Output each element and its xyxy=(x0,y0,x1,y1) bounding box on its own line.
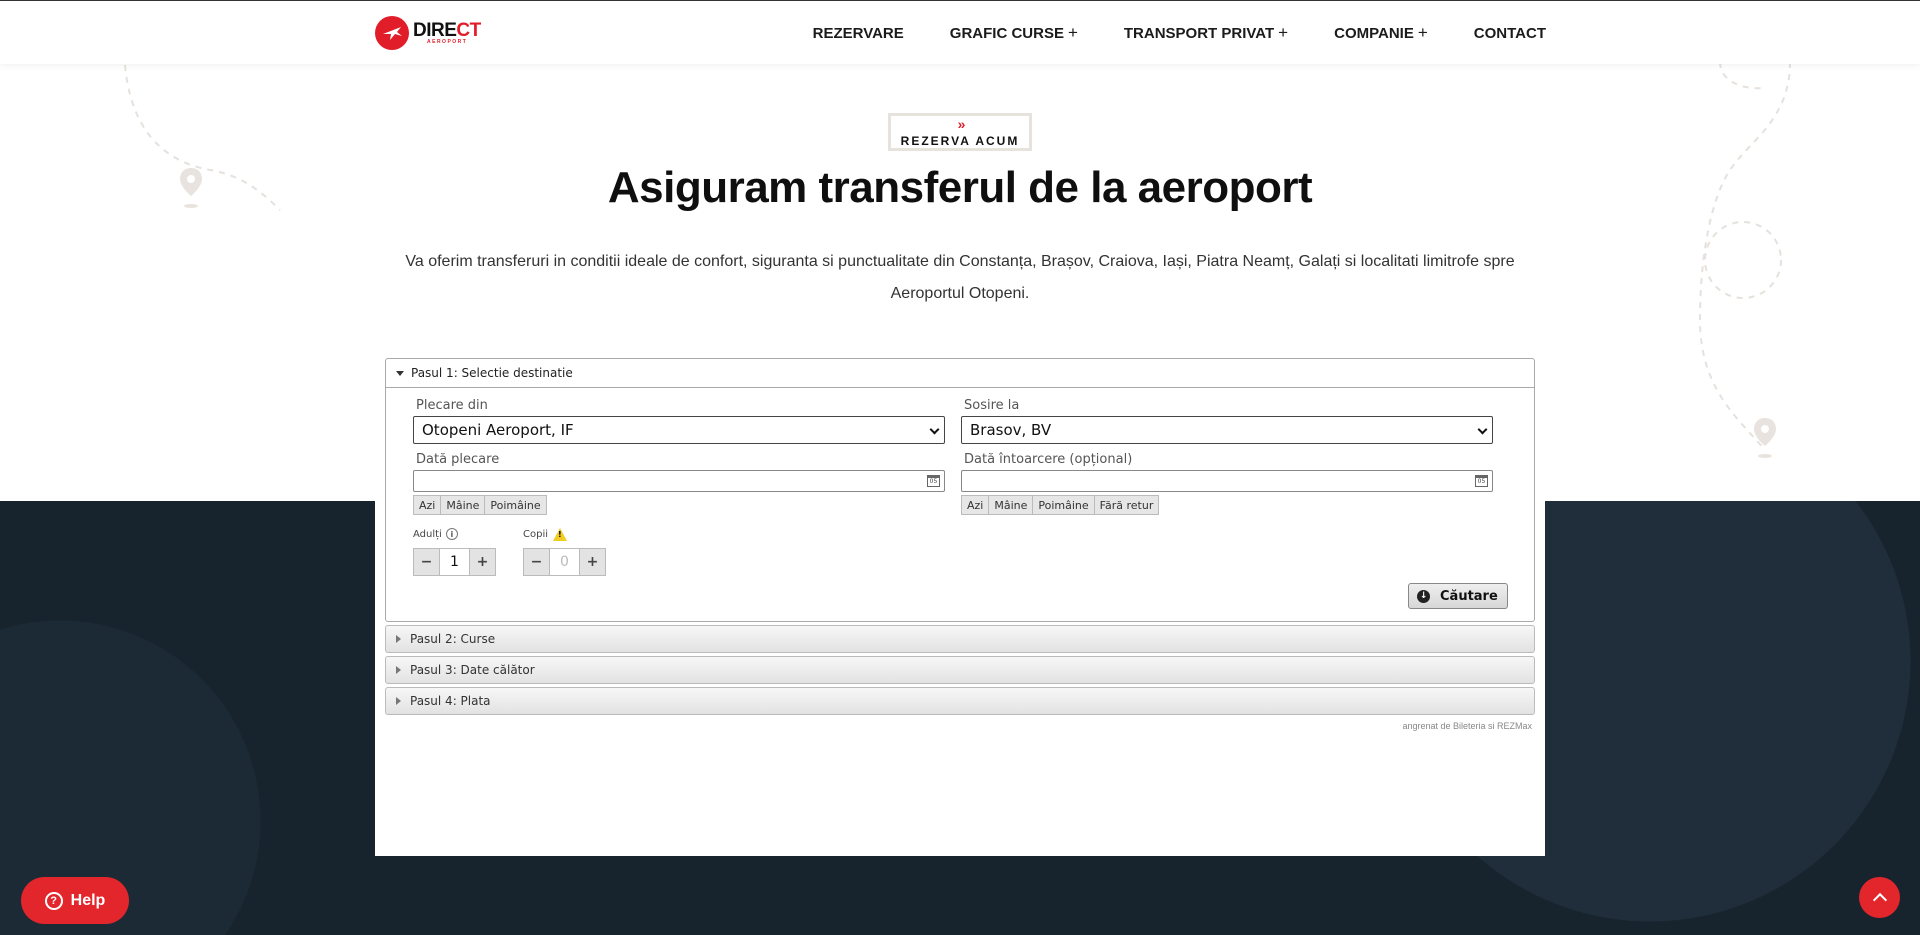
triangle-right-icon xyxy=(396,666,401,674)
warning-icon[interactable]: ! xyxy=(553,528,568,541)
scroll-to-top-button[interactable] xyxy=(1859,877,1900,918)
hero-description: Va oferim transferuri in conditii ideale… xyxy=(405,253,1515,302)
main-nav: REZERVARE GRAFIC CURSE + TRANSPORT PRIVAT… xyxy=(767,1,1546,65)
chevron-down-icon xyxy=(1477,424,1488,435)
adults-minus-button[interactable]: − xyxy=(413,548,440,576)
help-button[interactable]: ? Help xyxy=(21,877,129,924)
departure-value: Otopeni Aeroport, IF xyxy=(422,421,574,439)
step-1-header[interactable]: Pasul 1: Selectie destinatie xyxy=(386,359,1534,388)
site-logo[interactable]: DIRECT AEROPORT xyxy=(375,15,481,51)
depart-today-button[interactable]: Azi xyxy=(413,495,442,515)
children-plus-button[interactable]: + xyxy=(579,548,606,576)
plane-logo-icon xyxy=(375,16,409,50)
children-minus-button[interactable]: − xyxy=(523,548,550,576)
triangle-right-icon xyxy=(396,635,401,643)
arrival-select[interactable]: Brasov, BV xyxy=(961,416,1493,444)
logo-wordmark-accent: CT xyxy=(456,20,481,41)
step-2-title: Pasul 2: Curse xyxy=(410,632,496,646)
departure-label: Plecare din xyxy=(416,398,488,413)
powered-by-link[interactable]: angrenat de Bileteria si REZMax xyxy=(385,721,1535,731)
triangle-right-icon xyxy=(396,697,401,705)
no-return-button[interactable]: Fără retur xyxy=(1093,495,1160,515)
chevron-up-icon xyxy=(1872,892,1887,908)
depart-tomorrow-button[interactable]: Mâine xyxy=(440,495,486,515)
nav-rezervare[interactable]: REZERVARE xyxy=(813,25,904,42)
step-1-title: Pasul 1: Selectie destinatie xyxy=(411,366,573,380)
adults-stepper: − 1 + xyxy=(413,548,496,576)
return-tomorrow-button[interactable]: Mâine xyxy=(988,495,1034,515)
nav-label: REZERVARE xyxy=(812,24,904,42)
site-header: DIRECT AEROPORT REZERVARE GRAFIC CURSE + … xyxy=(0,0,1920,64)
booking-widget: Pasul 1: Selectie destinatie Plecare din… xyxy=(385,358,1535,731)
depart-date-label: Dată plecare xyxy=(416,452,500,467)
chevron-down-icon xyxy=(929,424,940,435)
nav-label: CONTACT xyxy=(1473,24,1546,42)
plus-icon: + xyxy=(1278,23,1289,42)
help-label: Help xyxy=(70,891,106,909)
children-label: Copii xyxy=(523,529,549,540)
nav-grafic-curse[interactable]: GRAFIC CURSE + xyxy=(950,23,1078,43)
arrival-value: Brasov, BV xyxy=(970,421,1052,439)
adults-label-group: Adulți i xyxy=(413,528,458,540)
step-1-panel: Pasul 1: Selectie destinatie Plecare din… xyxy=(385,358,1535,622)
location-pin-icon xyxy=(1754,418,1776,458)
step-4-header[interactable]: Pasul 4: Plata xyxy=(385,687,1535,715)
plus-icon: + xyxy=(1067,23,1078,42)
step-2-header[interactable]: Pasul 2: Curse xyxy=(385,625,1535,653)
search-button-label: Căutare xyxy=(1440,588,1498,604)
arrow-down-circle-icon: ↓ xyxy=(1417,589,1430,603)
return-date-label: Dată întoarcere (opțional) xyxy=(964,452,1133,467)
calendar-icon[interactable]: 05 xyxy=(1475,475,1488,487)
nav-contact[interactable]: CONTACT xyxy=(1474,25,1546,42)
double-chevron-icon: » xyxy=(957,116,966,132)
children-label-group: Copii ! xyxy=(523,528,568,541)
return-quick-buttons: Azi Mâine Poimâine Fără retur xyxy=(961,495,1160,515)
depart-quick-buttons: Azi Mâine Poimâine xyxy=(413,495,547,515)
arrival-label: Sosire la xyxy=(964,398,1020,413)
adults-label: Adulți xyxy=(413,528,442,540)
step-4-title: Pasul 4: Plata xyxy=(410,694,491,708)
page-title: Asiguram transferul de la aeroport xyxy=(607,163,1313,212)
logo-subtitle: AEROPORT xyxy=(427,39,468,45)
nav-label: GRAFIC CURSE xyxy=(949,24,1064,42)
depart-day-after-button[interactable]: Poimâine xyxy=(484,495,547,515)
badge-label: REZERVA ACUM xyxy=(900,134,1020,148)
return-today-button[interactable]: Azi xyxy=(961,495,990,515)
return-date-input[interactable]: 05 xyxy=(961,470,1493,492)
nav-transport-privat[interactable]: TRANSPORT PRIVAT + xyxy=(1124,23,1288,43)
calendar-icon[interactable]: 05 xyxy=(927,475,940,487)
search-button[interactable]: ↓ Căutare xyxy=(1408,583,1508,609)
children-value[interactable]: 0 xyxy=(550,548,579,576)
adults-plus-button[interactable]: + xyxy=(469,548,496,576)
adults-value[interactable]: 1 xyxy=(440,548,469,576)
plus-icon: + xyxy=(1417,23,1428,42)
children-stepper: − 0 + xyxy=(523,548,606,576)
step-3-header[interactable]: Pasul 3: Date călător xyxy=(385,656,1535,684)
dashed-path-right xyxy=(1698,61,1791,451)
question-icon: ? xyxy=(44,891,63,910)
reserve-now-badge: » REZERVA ACUM xyxy=(888,113,1032,151)
nav-label: COMPANIE xyxy=(1334,24,1414,42)
step-3-title: Pasul 3: Date călător xyxy=(410,663,535,677)
departure-select[interactable]: Otopeni Aeroport, IF xyxy=(413,416,945,444)
logo-wordmark: DIRE xyxy=(413,20,457,41)
nav-label: TRANSPORT PRIVAT xyxy=(1123,24,1275,42)
triangle-down-icon xyxy=(396,370,404,376)
info-icon[interactable]: i xyxy=(445,528,458,540)
nav-companie[interactable]: COMPANIE + xyxy=(1334,23,1428,43)
depart-date-input[interactable]: 05 xyxy=(413,470,945,492)
return-day-after-button[interactable]: Poimâine xyxy=(1032,495,1095,515)
